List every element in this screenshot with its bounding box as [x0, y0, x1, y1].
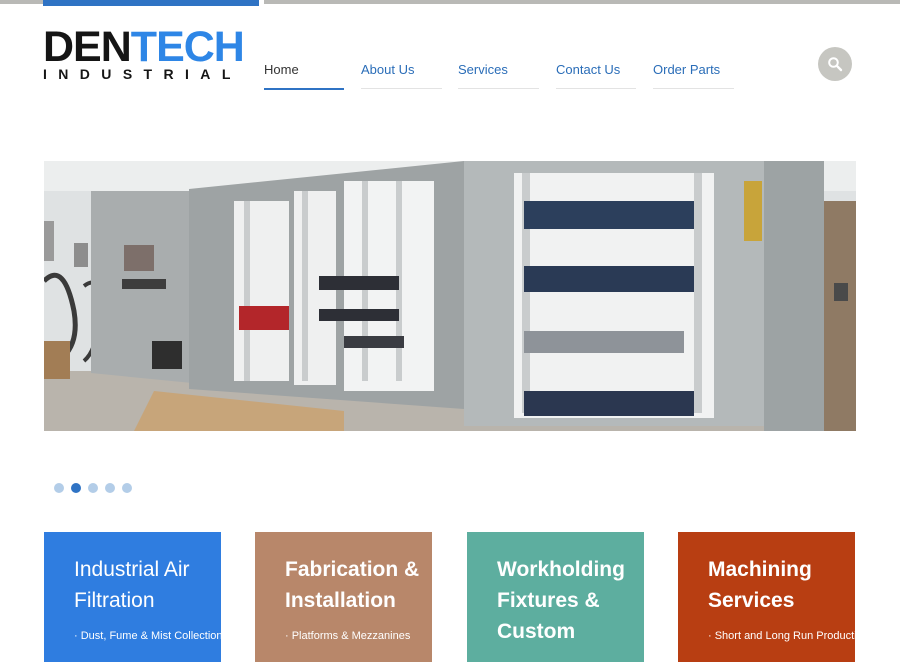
service-card-air-filtration[interactable]: Industrial Air Filtration · Dust, Fume &… — [44, 532, 221, 662]
service-card-fabrication[interactable]: Fabrication & Installation · Platforms &… — [255, 532, 432, 662]
logo-industrial: INDUSTRIAL — [43, 66, 242, 82]
control-panel-photo — [44, 161, 856, 431]
nav-home[interactable]: Home — [264, 62, 344, 90]
logo-tech: TECH — [130, 23, 245, 71]
slider-dot-3[interactable] — [88, 483, 98, 493]
service-card-machining[interactable]: Machining Services · Short and Long Run … — [678, 532, 855, 662]
company-logo[interactable]: DENTECH INDUSTRIAL — [43, 26, 258, 84]
top-accent-gap — [259, 0, 264, 6]
slider-dot-2[interactable] — [71, 483, 81, 493]
slider-dot-1[interactable] — [54, 483, 64, 493]
nav-contact-us[interactable]: Contact Us — [556, 62, 636, 89]
card-title: Machining Services — [708, 558, 812, 612]
card-title: Workholding Fixtures & Custom — [497, 558, 625, 643]
hero-slide-image[interactable] — [44, 161, 856, 431]
slider-dot-4[interactable] — [105, 483, 115, 493]
nav-about-us[interactable]: About Us — [361, 62, 442, 89]
top-accent-bar — [0, 0, 900, 6]
nav-order-parts[interactable]: Order Parts — [653, 62, 734, 89]
card-title: Fabrication & Installation — [285, 558, 420, 612]
logo-wordmark: DENTECH — [43, 26, 245, 69]
card-subtitle: · Dust, Fume & Mist Collection Systems — [74, 630, 221, 642]
search-icon — [828, 57, 843, 72]
slider-dot-5[interactable] — [122, 483, 132, 493]
card-subtitle: · Short and Long Run Production — [708, 630, 855, 642]
search-button[interactable] — [818, 47, 852, 81]
logo-den: DEN — [43, 23, 132, 71]
card-title: Industrial Air Filtration — [74, 558, 190, 612]
top-accent-highlight — [43, 0, 259, 6]
service-card-workholding[interactable]: Workholding Fixtures & Custom — [467, 532, 644, 662]
card-subtitle: · Platforms & Mezzanines — [285, 630, 411, 642]
nav-services[interactable]: Services — [458, 62, 539, 89]
